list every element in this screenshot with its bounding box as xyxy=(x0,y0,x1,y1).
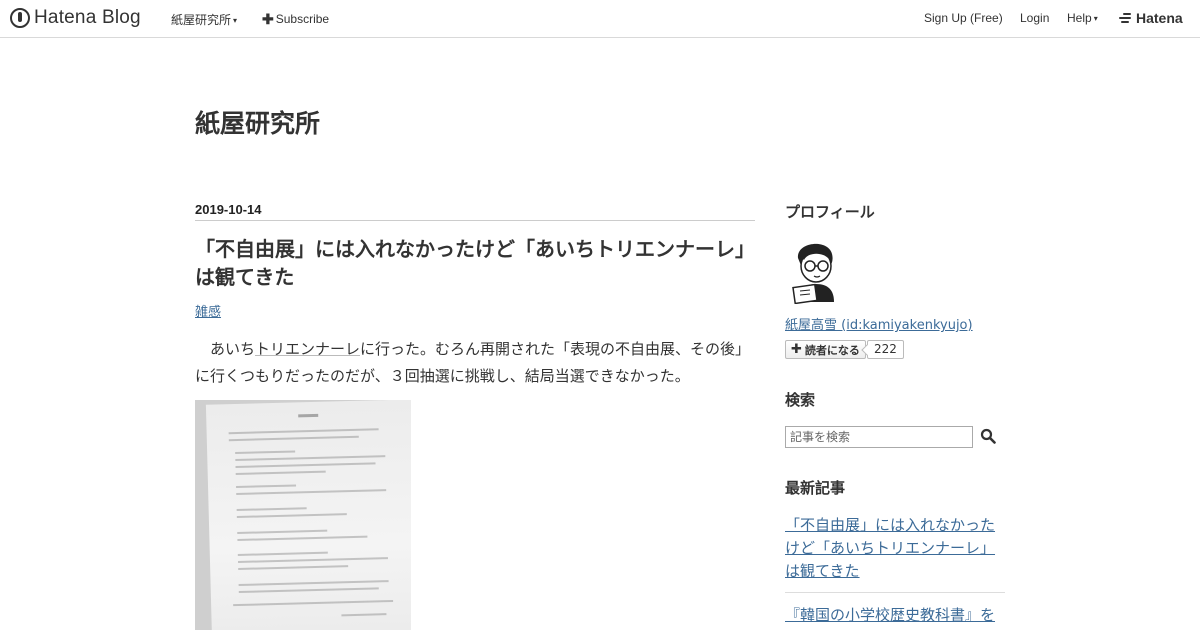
keyword-link[interactable]: トリエンナーレ xyxy=(255,340,360,358)
article-title[interactable]: 「不自由展」には入れなかったけど「あいちトリエンナーレ」は観てきた xyxy=(195,235,760,291)
help-label: Help xyxy=(1067,11,1092,25)
search-input[interactable] xyxy=(785,426,973,448)
blog-menu[interactable]: 紙屋研究所 ▾ xyxy=(171,11,237,28)
hatena-logo[interactable]: Hatena xyxy=(1119,10,1183,26)
article-photo[interactable] xyxy=(195,400,411,630)
caret-down-icon: ▾ xyxy=(1093,14,1098,23)
hatena-blog-icon xyxy=(10,8,30,28)
category-link[interactable]: 雑感 xyxy=(195,301,221,320)
search-icon[interactable] xyxy=(980,428,996,444)
subscribe-button-label: 読者になる xyxy=(804,343,860,357)
plus-icon: ✚ xyxy=(262,11,274,27)
brand-name: Hatena Blog xyxy=(34,7,141,28)
hatena-icon xyxy=(1119,12,1133,24)
hatena-blog-logo[interactable]: Hatena Blog xyxy=(10,7,141,29)
plus-icon: ✚ xyxy=(791,342,802,357)
recent-heading: 最新記事 xyxy=(785,479,846,497)
signup-link[interactable]: Sign Up (Free) xyxy=(924,11,1003,25)
recent-entry-link[interactable]: 『韓国の小学校歴史教科書』を xyxy=(785,604,1005,627)
subscriber-count[interactable]: 222 xyxy=(867,340,904,359)
profile-avatar[interactable] xyxy=(788,236,840,304)
article-body: あいちトリエンナーレに行った。むろん再開された「表現の不自由展、その後」に行くつ… xyxy=(195,336,755,390)
caret-down-icon: ▾ xyxy=(233,16,238,25)
subscribe-label: Subscribe xyxy=(275,12,330,26)
profile-heading: プロフィール xyxy=(785,203,875,221)
login-link[interactable]: Login xyxy=(1020,11,1049,25)
search-heading: 検索 xyxy=(785,391,816,409)
date-divider xyxy=(195,220,755,221)
hatena-label: Hatena xyxy=(1136,10,1183,26)
body-text-start: あいち xyxy=(210,340,256,358)
global-header: Hatena Blog 紙屋研究所 ▾ ✚ Subscribe Sign Up (F… xyxy=(0,0,1200,38)
document-paper-image xyxy=(205,400,411,630)
help-menu[interactable]: Help ▾ xyxy=(1067,11,1098,25)
recent-divider xyxy=(785,592,1005,593)
subscribe-link[interactable]: ✚ Subscribe xyxy=(262,11,329,28)
recent-entry-link[interactable]: 「不自由展」には入れなかったけど「あいちトリエンナーレ」は観てきた xyxy=(785,514,1005,583)
article-date[interactable]: 2019-10-14 xyxy=(195,202,262,217)
profile-name-link[interactable]: 紙屋高雪 (id:kamiyakenkyujo) xyxy=(785,314,973,333)
subscribe-button[interactable]: ✚ 読者になる xyxy=(785,340,866,359)
blog-title[interactable]: 紙屋研究所 xyxy=(195,104,320,140)
blog-menu-label: 紙屋研究所 xyxy=(171,13,232,27)
